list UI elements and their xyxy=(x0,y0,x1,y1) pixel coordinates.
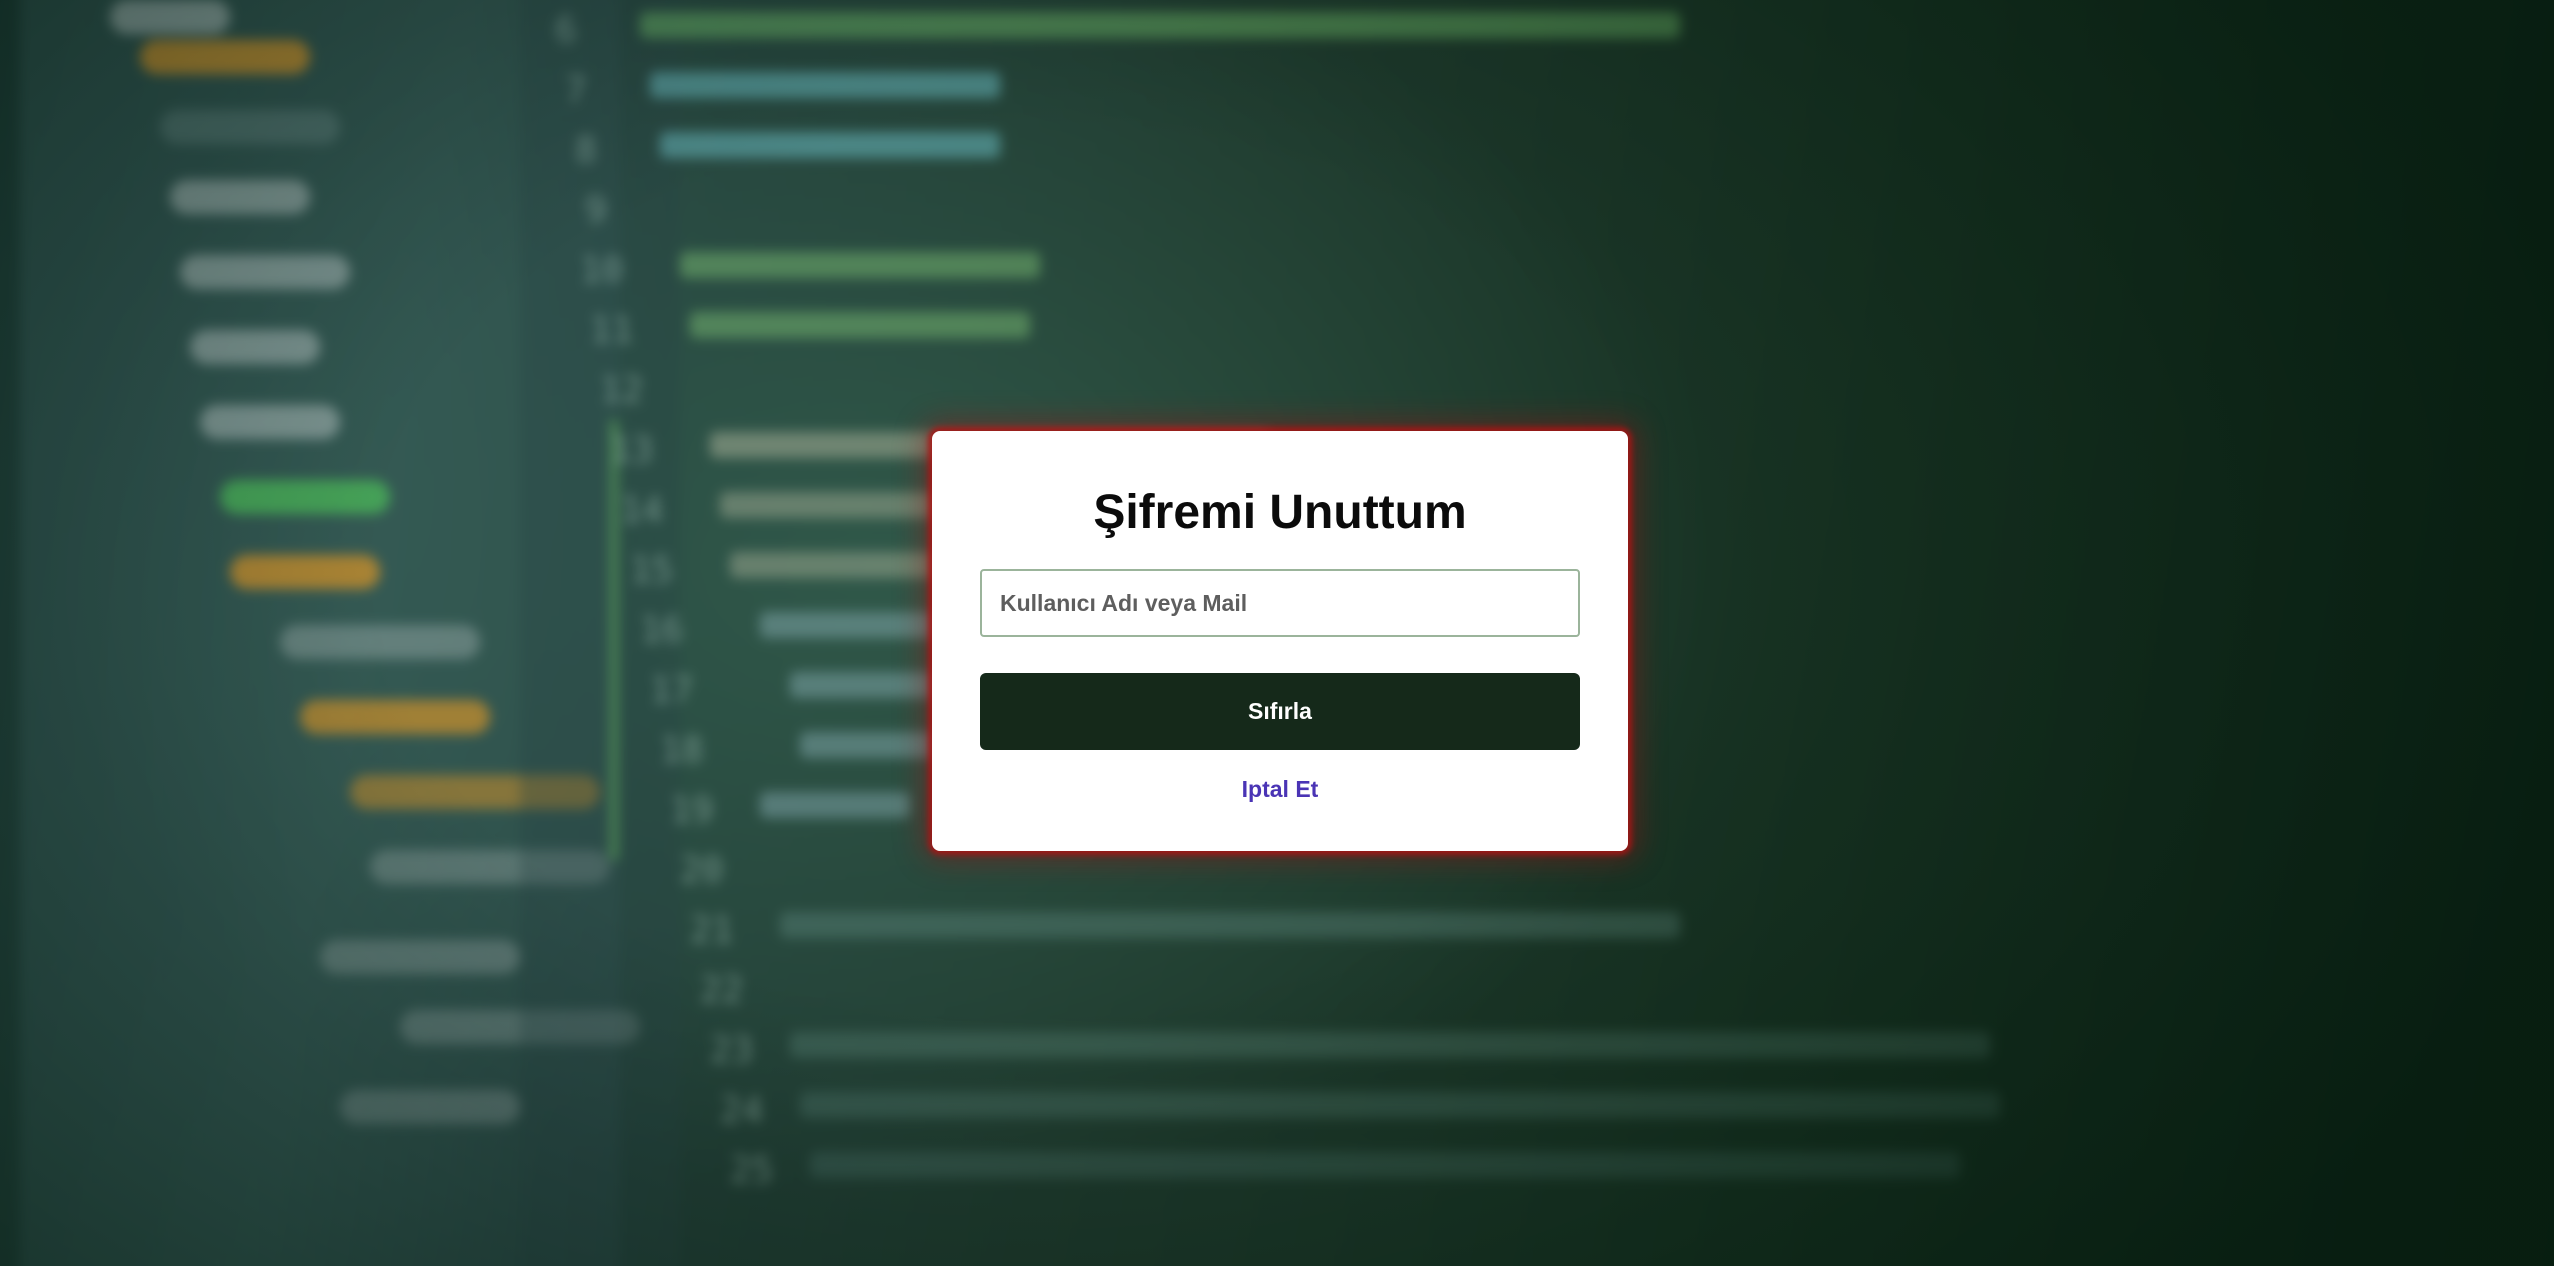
cancel-link[interactable]: Iptal Et xyxy=(980,776,1580,803)
reset-button[interactable]: Sıfırla xyxy=(980,673,1580,750)
forgot-password-dialog: Şifremi Unuttum Sıfırla Iptal Et xyxy=(932,431,1628,851)
username-or-email-input[interactable] xyxy=(980,569,1580,637)
dialog-title: Şifremi Unuttum xyxy=(1093,486,1467,539)
